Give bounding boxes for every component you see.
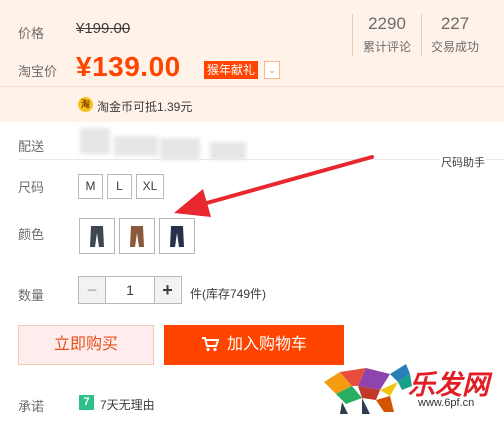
size-helper-link[interactable]: 尺码助手: [440, 154, 486, 170]
original-price: ¥199.00: [76, 20, 131, 37]
stock-text: 件(库存749件): [190, 287, 267, 301]
quantity-input[interactable]: 1: [106, 277, 154, 303]
size-option-l[interactable]: L: [107, 174, 132, 199]
stat-sales-label: 交易成功: [430, 40, 479, 54]
annotation-arrow-icon: [174, 155, 374, 217]
stats-separator-left: [352, 14, 353, 56]
stats-separator: [421, 14, 422, 56]
color-label: 颜色: [18, 227, 45, 242]
promo-price-label: 淘宝价: [18, 64, 58, 79]
stat-reviews-value: 2290: [368, 14, 406, 33]
promise-label: 承诺: [18, 399, 45, 414]
promo-tag[interactable]: 猴年献礼: [204, 61, 259, 79]
pants-icon: [130, 226, 144, 247]
pants-icon: [90, 226, 104, 247]
delivery-blurred: [114, 136, 158, 156]
bull-logo-icon: [324, 364, 412, 414]
price-divider: [0, 86, 504, 87]
promise-text[interactable]: 7天无理由: [100, 396, 155, 413]
add-to-cart-label: 加入购物车: [226, 336, 307, 353]
chevron-down-icon[interactable]: ⌄: [264, 61, 280, 79]
stat-reviews[interactable]: 2290 累计评论: [356, 14, 418, 55]
promo-price: ¥139.00: [76, 51, 181, 82]
quantity-decrease-button[interactable]: −: [79, 277, 105, 303]
stat-sales-value: 227: [440, 14, 470, 33]
seven-day-return-icon: 7: [79, 395, 94, 410]
stat-reviews-label: 累计评论: [362, 40, 411, 54]
buy-now-button[interactable]: 立即购买: [18, 325, 154, 365]
size-label: 尺码: [18, 180, 45, 195]
watermark-url: www.6pf.cn: [418, 397, 475, 409]
color-swatch-1[interactable]: [79, 218, 115, 254]
taobao-coin-icon: 淘: [78, 97, 93, 112]
quantity-increase-button[interactable]: +: [155, 277, 180, 303]
cart-icon: [201, 337, 220, 352]
color-swatch-2[interactable]: [119, 218, 155, 254]
add-to-cart-button[interactable]: 加入购物车: [164, 325, 344, 365]
price-label: 价格: [18, 26, 45, 41]
delivery-blurred: [80, 128, 110, 154]
delivery-label: 配送: [18, 139, 45, 154]
size-option-m[interactable]: M: [78, 174, 103, 199]
stat-sales[interactable]: 227 交易成功: [424, 14, 486, 55]
quantity-label: 数量: [18, 288, 45, 303]
coin-offer-text: 淘金币可抵1.39元: [97, 100, 193, 114]
